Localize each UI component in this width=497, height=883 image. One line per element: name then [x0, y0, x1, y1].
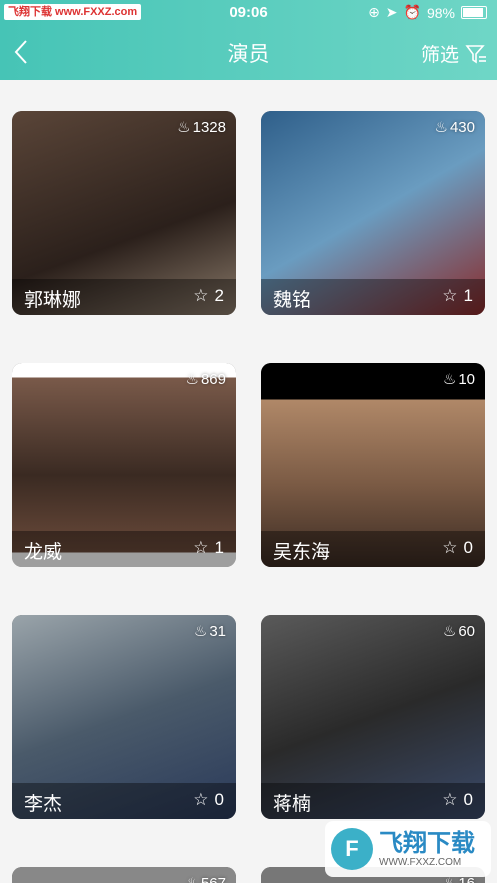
star-icon: ☆	[442, 538, 458, 557]
favorite-button[interactable]: ☆ 0	[442, 790, 473, 810]
star-icon: ☆	[442, 286, 458, 305]
watermark-url: WWW.FXXZ.COM	[379, 856, 462, 868]
fire-icon: ♨	[442, 371, 457, 388]
favorite-button[interactable]: ☆ 2	[193, 286, 224, 306]
alarm-icon: ⏰	[403, 4, 421, 20]
battery-percent: 98%	[426, 4, 455, 21]
status-bar: 飞翔下载 www.FXXZ.com 09:06 ⊕ ➤ ⏰ 98%	[0, 0, 497, 26]
actor-card[interactable]: ♨567	[12, 867, 236, 883]
favorite-button[interactable]: ☆ 1	[442, 286, 473, 306]
logo-icon: F	[331, 828, 373, 870]
actor-card[interactable]: ♨ 1328 郭琳娜 ☆ 2	[12, 111, 236, 315]
watermark-logo: F 飞翔下载 WWW.FXXZ.COM	[325, 821, 491, 877]
actor-name: 蒋楠	[273, 794, 312, 815]
star-icon: ☆	[193, 286, 209, 305]
fire-icon: ♨	[193, 623, 208, 640]
fire-icon: ♨	[186, 874, 199, 883]
card-footer: 吴东海 ☆ 0	[261, 531, 485, 567]
actor-card[interactable]: ♨ 10 吴东海 ☆ 0	[261, 363, 485, 567]
fire-icon: ♨	[442, 623, 457, 640]
heat-count: ♨ 60	[442, 622, 475, 641]
battery-icon	[461, 6, 487, 19]
actor-name: 李杰	[24, 794, 63, 815]
actor-name: 吴东海	[273, 542, 331, 563]
star-icon: ☆	[193, 790, 209, 809]
heat-count: ♨ 1328	[177, 118, 226, 137]
actor-grid: ♨ 1328 郭琳娜 ☆ 2 ♨ 430 魏铭 ☆ 1 ♨ 869 龙威 ☆ 1 ♨ 10 吴…	[0, 80, 497, 883]
lock-rotation-icon: ⊕	[368, 4, 380, 20]
card-footer: 魏铭 ☆ 1	[261, 279, 485, 315]
actor-name: 龙威	[24, 542, 63, 563]
heat-count: ♨ 31	[193, 622, 226, 641]
filter-button[interactable]: 筛选	[421, 40, 487, 67]
location-icon: ➤	[385, 4, 398, 20]
watermark-text: 飞翔下载	[379, 829, 475, 857]
actor-card[interactable]: ♨ 869 龙威 ☆ 1	[12, 363, 236, 567]
status-icons: ⊕ ➤ ⏰ 98%	[368, 4, 487, 21]
fire-icon: ♨	[177, 119, 191, 136]
heat-count: ♨ 430	[434, 118, 475, 137]
card-footer: 龙威 ☆ 1	[12, 531, 236, 567]
favorite-button[interactable]: ☆ 1	[193, 538, 224, 558]
fire-icon: ♨	[185, 371, 199, 388]
card-footer: 郭琳娜 ☆ 2	[12, 279, 236, 315]
actor-card[interactable]: ♨ 430 魏铭 ☆ 1	[261, 111, 485, 315]
actor-name: 魏铭	[273, 290, 312, 311]
app-header: 飞翔下载 www.FXXZ.com 09:06 ⊕ ➤ ⏰ 98% 演员 筛选	[0, 0, 497, 80]
card-footer: 李杰 ☆ 0	[12, 783, 236, 819]
star-icon: ☆	[193, 538, 209, 557]
nav-bar: 演员 筛选	[0, 30, 497, 76]
heat-count: ♨ 869	[185, 370, 226, 389]
favorite-button[interactable]: ☆ 0	[442, 538, 473, 558]
actor-card[interactable]: ♨ 31 李杰 ☆ 0	[12, 615, 236, 819]
actor-card[interactable]: ♨ 60 蒋楠 ☆ 0	[261, 615, 485, 819]
filter-label: 筛选	[420, 45, 459, 66]
filter-icon	[465, 44, 486, 63]
heat-count: ♨567	[186, 874, 226, 883]
favorite-button[interactable]: ☆ 0	[193, 790, 224, 810]
star-icon: ☆	[442, 790, 458, 809]
heat-count: ♨ 10	[442, 370, 475, 389]
card-footer: 蒋楠 ☆ 0	[261, 783, 485, 819]
fire-icon: ♨	[434, 119, 448, 136]
actor-name: 郭琳娜	[24, 290, 82, 311]
